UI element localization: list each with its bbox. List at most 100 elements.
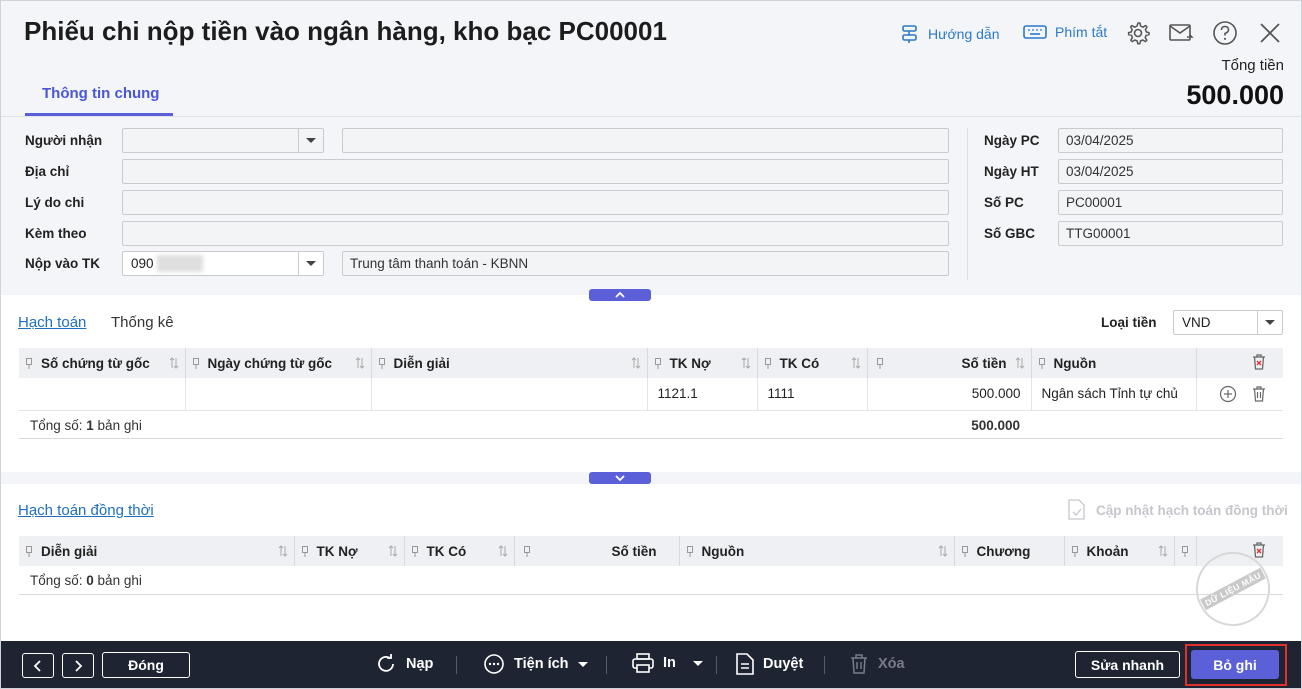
- pin-icon[interactable]: [25, 358, 33, 370]
- column-header[interactable]: Khoản: [1064, 536, 1175, 566]
- address-field[interactable]: [122, 159, 949, 184]
- approve-button[interactable]: Duyệt: [736, 653, 803, 675]
- column-header[interactable]: Diễn giải: [371, 348, 648, 378]
- recipient-select[interactable]: [122, 128, 324, 153]
- so-gbc-field[interactable]: TTG00001: [1058, 221, 1283, 246]
- column-header[interactable]: TK Nợ: [294, 536, 405, 566]
- gear-icon[interactable]: [1125, 20, 1151, 46]
- date-ht-field[interactable]: 03/04/2025: [1058, 159, 1283, 184]
- pin-icon[interactable]: [876, 358, 884, 369]
- table-header-row: Số chứng từ gốc Ngày chứng từ gốc Diễn g…: [19, 348, 1283, 378]
- cell-description[interactable]: [371, 378, 648, 411]
- pin-icon[interactable]: [301, 546, 309, 558]
- chevron-down-icon[interactable]: [298, 129, 323, 152]
- sort-icon[interactable]: [169, 357, 179, 369]
- collapse-down-button[interactable]: [589, 472, 651, 484]
- column-title: Khoản: [1086, 543, 1129, 559]
- column-header[interactable]: Số tiền: [514, 536, 680, 566]
- column-header[interactable]: Nguồn: [1031, 348, 1197, 378]
- pin-icon[interactable]: [378, 358, 386, 370]
- tab-statistics[interactable]: Thống kê: [111, 314, 174, 331]
- deposit-account-label: Nộp vào TK: [25, 256, 101, 271]
- pin-icon[interactable]: [523, 546, 531, 557]
- recipient-name-field[interactable]: [342, 128, 949, 153]
- summary-suffix: bản ghi: [93, 418, 142, 433]
- email-icon[interactable]: [1168, 20, 1194, 46]
- close-button[interactable]: Đóng: [102, 652, 190, 678]
- cell-amount[interactable]: 500.000: [867, 378, 1032, 411]
- currency-select[interactable]: VND: [1173, 310, 1283, 335]
- date-pc-field[interactable]: 03/04/2025: [1058, 128, 1283, 153]
- reason-field[interactable]: [122, 190, 949, 215]
- column-header[interactable]: Số chứng từ gốc: [19, 348, 186, 378]
- pin-icon[interactable]: [192, 358, 200, 370]
- pin-icon[interactable]: [764, 358, 772, 370]
- column-header[interactable]: [1174, 536, 1197, 566]
- pin-icon[interactable]: [654, 358, 662, 370]
- print-button[interactable]: In: [632, 653, 703, 673]
- column-header[interactable]: TK Có: [757, 348, 868, 378]
- attachment-field[interactable]: [122, 221, 949, 246]
- delete-all-icon[interactable]: [1251, 353, 1267, 371]
- column-header[interactable]: Nguồn: [679, 536, 955, 566]
- tab-general-info[interactable]: Thông tin chung: [25, 82, 173, 116]
- cell-credit[interactable]: 1111: [757, 378, 868, 411]
- collapse-up-button[interactable]: [589, 289, 651, 301]
- sort-icon[interactable]: [355, 357, 365, 369]
- guide-link[interactable]: Hướng dẫn: [900, 24, 999, 44]
- chevron-down-icon[interactable]: [298, 252, 323, 275]
- deposit-account-select[interactable]: 090: [122, 251, 324, 276]
- next-button[interactable]: [62, 653, 94, 678]
- cell-debit[interactable]: 1121.1: [647, 378, 758, 411]
- sort-icon[interactable]: [498, 545, 508, 557]
- help-icon[interactable]: [1212, 20, 1238, 46]
- sort-icon[interactable]: [938, 545, 948, 557]
- sort-icon[interactable]: [388, 545, 398, 557]
- caret-down-icon: [692, 660, 703, 666]
- utilities-button[interactable]: Tiện ích: [483, 653, 588, 675]
- pin-icon[interactable]: [961, 546, 969, 558]
- column-header[interactable]: Chương: [954, 536, 1065, 566]
- table-row[interactable]: 1121.1 1111 500.000 Ngân sách Tỉnh tự ch…: [19, 378, 1283, 411]
- pin-icon[interactable]: [1038, 358, 1046, 370]
- cell-doc-no[interactable]: [19, 378, 186, 411]
- sort-icon[interactable]: [741, 357, 751, 369]
- tab-accounting[interactable]: Hạch toán: [18, 314, 86, 331]
- chevron-down-icon[interactable]: [1257, 311, 1282, 334]
- column-header[interactable]: Ngày chứng từ gốc: [185, 348, 372, 378]
- pin-icon[interactable]: [411, 546, 419, 558]
- column-title: Nguồn: [701, 543, 745, 559]
- quick-edit-button[interactable]: Sửa nhanh: [1075, 651, 1180, 678]
- pin-icon[interactable]: [1071, 546, 1079, 558]
- column-header[interactable]: Số tiền: [867, 348, 1032, 378]
- sort-icon[interactable]: [1015, 357, 1025, 369]
- so-pc-field[interactable]: PC00001: [1058, 190, 1283, 215]
- simultaneous-accounting-title[interactable]: Hạch toán đồng thời: [18, 502, 154, 519]
- sort-icon[interactable]: [278, 545, 288, 557]
- deposit-bank-field[interactable]: Trung tâm thanh toán - KBNN: [342, 251, 949, 276]
- column-header[interactable]: TK Nợ: [647, 348, 758, 378]
- previous-button[interactable]: [22, 653, 54, 678]
- cell-doc-date[interactable]: [185, 378, 372, 411]
- sort-icon[interactable]: [1158, 545, 1168, 557]
- add-row-icon[interactable]: [1219, 385, 1237, 403]
- close-icon[interactable]: [1257, 20, 1283, 46]
- shortcuts-link[interactable]: Phím tắt: [1023, 24, 1107, 40]
- update-simultaneous-button[interactable]: Cập nhật hạch toán đồng thời: [1067, 499, 1288, 521]
- pin-icon[interactable]: [25, 546, 33, 558]
- column-header[interactable]: TK Có: [404, 536, 515, 566]
- delete-button[interactable]: Xóa: [849, 653, 905, 675]
- pin-icon[interactable]: [686, 546, 694, 558]
- cell-source[interactable]: Ngân sách Tỉnh tự chủ: [1031, 378, 1197, 411]
- delete-row-icon[interactable]: [1251, 385, 1267, 403]
- delete-all-icon[interactable]: [1251, 541, 1267, 559]
- pin-icon[interactable]: [1181, 546, 1189, 558]
- sort-icon[interactable]: [851, 357, 861, 369]
- column-header[interactable]: Diễn giải: [19, 536, 295, 566]
- guide-label: Hướng dẫn: [928, 26, 1000, 42]
- trash-icon: [851, 654, 867, 674]
- sort-icon[interactable]: [631, 357, 641, 369]
- save-button[interactable]: Bỏ ghi: [1191, 650, 1279, 679]
- reload-button[interactable]: Nạp: [375, 653, 433, 675]
- guide-icon: [902, 25, 917, 43]
